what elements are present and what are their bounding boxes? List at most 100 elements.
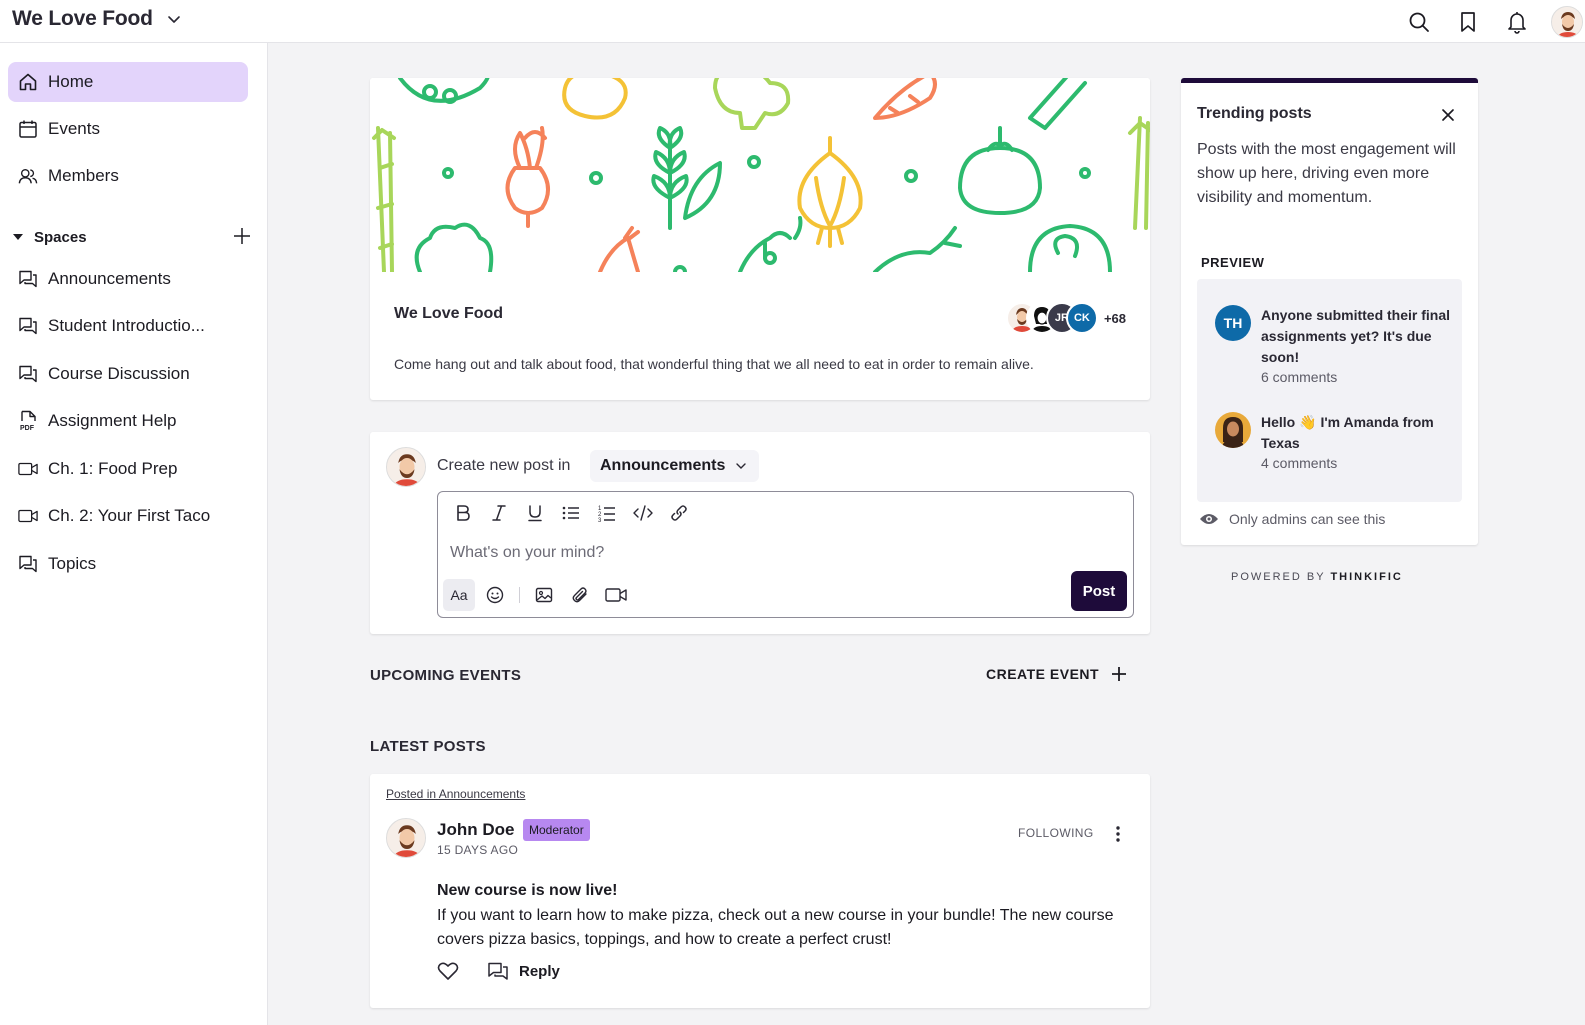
spaces-heading-label: Spaces: [34, 228, 87, 246]
author-name[interactable]: John Doe: [437, 820, 514, 840]
chevron-down-icon: [735, 460, 747, 472]
video-icon[interactable]: [600, 579, 632, 611]
latest-posts-heading: LATEST POSTS: [370, 738, 486, 755]
underline-icon[interactable]: [520, 500, 550, 526]
trending-preview: TH Anyone submitted their final assignme…: [1197, 279, 1462, 502]
emoji-icon[interactable]: [479, 579, 511, 611]
sidebar-item-label: Announcements: [48, 269, 171, 288]
reply-label: Reply: [519, 962, 560, 980]
discussion-icon: [18, 269, 38, 289]
avatar: [386, 447, 426, 487]
sidebar-item-announcements[interactable]: Announcements: [8, 259, 248, 299]
trending-post-title: Anyone submitted their final assignments…: [1261, 307, 1451, 365]
sidebar-item-label: Course Discussion: [48, 364, 190, 383]
post-button[interactable]: Post: [1071, 571, 1127, 611]
plus-icon: [1111, 666, 1127, 682]
user-avatar[interactable]: [1551, 5, 1583, 38]
divider: [519, 587, 520, 603]
following-toggle[interactable]: FOLLOWING: [1018, 826, 1094, 840]
bold-icon[interactable]: [448, 500, 478, 526]
sidebar-item-course-discussion[interactable]: Course Discussion: [8, 354, 248, 394]
comment-count: 4 comments: [1261, 455, 1338, 471]
chevron-down-icon: [167, 12, 181, 26]
create-event-button[interactable]: CREATE EVENT: [986, 666, 1127, 682]
search-icon[interactable]: [1394, 0, 1443, 43]
bookmark-icon[interactable]: [1443, 0, 1492, 43]
sidebar-item-student-introductions[interactable]: Student Introductio...: [8, 306, 248, 346]
sidebar-item-food-prep[interactable]: Ch. 1: Food Prep: [8, 449, 248, 489]
community-header-card: We Love Food JR CK +68 Come hang out and…: [370, 78, 1150, 400]
space-select[interactable]: Announcements: [590, 450, 760, 482]
sidebar-item-events[interactable]: Events: [8, 109, 248, 149]
discussion-icon: [18, 364, 38, 384]
sidebar-item-label: Ch. 1: Food Prep: [48, 459, 178, 478]
reply-button[interactable]: Reply: [487, 961, 560, 981]
svg-text:3: 3: [598, 518, 602, 522]
home-icon: [18, 72, 38, 92]
calendar-icon: [18, 119, 38, 139]
code-icon[interactable]: [628, 500, 658, 526]
space-select-value: Announcements: [600, 457, 726, 474]
trending-post-item[interactable]: Hello 👋 I'm Amanda from Texas 4 comments: [1215, 412, 1451, 471]
post-composer: Create new post in Announcements 123 Wha…: [370, 432, 1150, 634]
video-icon: [18, 506, 38, 526]
sidebar-item-home[interactable]: Home: [8, 62, 248, 102]
community-switcher[interactable]: We Love Food: [12, 7, 181, 31]
trending-posts-panel: Trending posts Posts with the most engag…: [1181, 78, 1478, 545]
close-icon[interactable]: [1441, 108, 1455, 122]
bell-icon[interactable]: [1492, 0, 1541, 43]
attachment-icon[interactable]: [564, 579, 596, 611]
italic-icon[interactable]: [484, 500, 514, 526]
pdf-icon: PDF: [18, 410, 38, 432]
caret-down-icon[interactable]: [12, 232, 24, 242]
numbered-list-icon[interactable]: 123: [592, 500, 622, 526]
text-format-toggle[interactable]: Aa: [443, 579, 475, 611]
format-toolbar: 123: [448, 500, 694, 526]
post-body: If you want to learn how to make pizza, …: [437, 907, 1114, 948]
preview-label: PREVIEW: [1201, 255, 1265, 270]
top-bar: We Love Food: [0, 0, 1585, 43]
role-badge: Moderator: [523, 819, 590, 841]
posted-in-link[interactable]: Posted in Announcements: [386, 787, 525, 801]
trending-title: Trending posts: [1197, 105, 1312, 122]
sidebar-item-topics[interactable]: Topics: [8, 544, 248, 584]
post-title: New course is now live!: [437, 882, 618, 899]
community-description: Come hang out and talk about food, that …: [394, 356, 1034, 372]
member-avatar: CK: [1065, 302, 1098, 334]
avatar: [1215, 412, 1251, 448]
sidebar-item-first-taco[interactable]: Ch. 2: Your First Taco: [8, 496, 248, 536]
community-banner-image: [370, 78, 1150, 272]
attachment-toolbar: Aa: [443, 579, 632, 611]
heart-icon: [437, 961, 459, 981]
trending-description: Posts with the most engagement will show…: [1197, 141, 1456, 206]
eye-icon: [1199, 512, 1219, 526]
like-button[interactable]: [437, 961, 459, 981]
post-text-input[interactable]: [450, 541, 1050, 565]
add-space-icon[interactable]: [232, 226, 252, 246]
bullet-list-icon[interactable]: [556, 500, 586, 526]
more-options-icon[interactable]: [1108, 824, 1128, 844]
post-editor: 123 Aa Post: [437, 491, 1134, 618]
sidebar-item-label: Student Introductio...: [48, 316, 205, 335]
sidebar-item-label: Assignment Help: [48, 411, 177, 430]
members-icon: [18, 166, 38, 186]
trending-post-item[interactable]: TH Anyone submitted their final assignme…: [1215, 305, 1451, 385]
sidebar-item-label: Events: [48, 119, 100, 138]
sidebar-item-assignment-help[interactable]: PDF Assignment Help: [8, 401, 248, 441]
admin-visibility-note: Only admins can see this: [1199, 511, 1385, 527]
upcoming-events-heading: UPCOMING EVENTS: [370, 667, 522, 684]
sidebar-item-label: Home: [48, 72, 94, 91]
image-icon[interactable]: [528, 579, 560, 611]
create-event-label: CREATE EVENT: [986, 666, 1100, 682]
svg-text:PDF: PDF: [20, 425, 35, 432]
trending-post-title: Hello 👋 I'm Amanda from Texas: [1261, 414, 1434, 451]
powered-brand: THINKIFIC: [1330, 571, 1403, 583]
post-actions: Reply: [437, 961, 560, 981]
member-avatars[interactable]: JR CK +68: [1005, 302, 1126, 334]
link-icon[interactable]: [664, 500, 694, 526]
author-avatar[interactable]: [386, 818, 426, 858]
sidebar-item-members[interactable]: Members: [8, 156, 248, 196]
composer-label: Create new post in: [437, 457, 571, 474]
post-card: Posted in Announcements John Doe Moderat…: [370, 774, 1150, 1008]
discussion-icon: [18, 554, 38, 574]
